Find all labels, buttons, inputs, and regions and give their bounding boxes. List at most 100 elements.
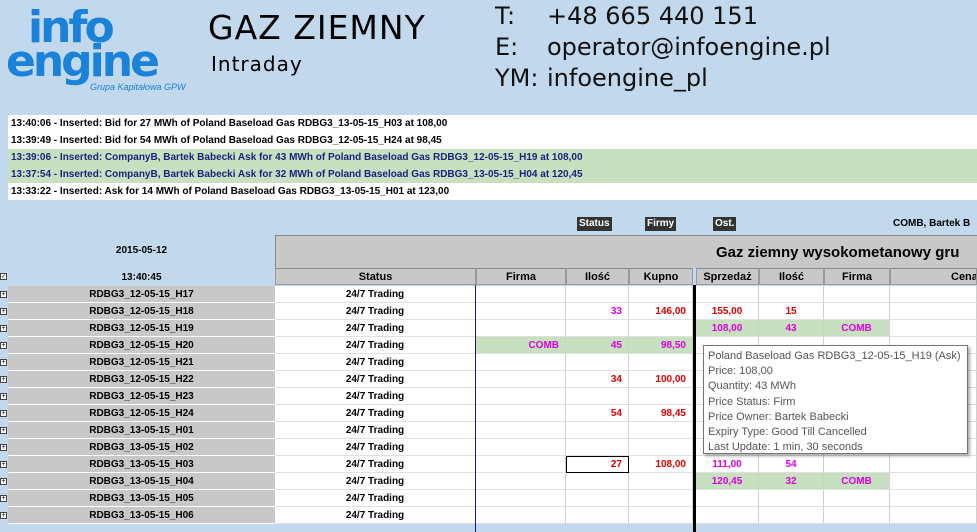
table-row[interactable]: + RDBG3_13-05-15_H03 24/7 Trading 27 108,00 1…: [0, 456, 977, 473]
expand-row-toggle[interactable]: +: [0, 512, 7, 519]
table-row[interactable]: + RDBG3_13-05-15_H06 24/7 Trading: [0, 507, 977, 524]
table-row[interactable]: + RDBG3_13-05-15_H04 24/7 Trading 120,45 32 C…: [0, 473, 977, 490]
cell-firma-ask[interactable]: COMB: [824, 473, 890, 490]
cell-firma-bid[interactable]: [476, 320, 566, 337]
col-header-firma-bid[interactable]: Firma: [476, 268, 566, 285]
col-header-cena[interactable]: Cena: [890, 268, 977, 285]
cell-cena[interactable]: [890, 303, 977, 320]
cell-sprzedaz[interactable]: [696, 286, 759, 303]
col-header-sprzedaz[interactable]: Sprzedaż: [696, 268, 759, 285]
cell-kupno[interactable]: 98,50: [629, 337, 693, 354]
toggle-status-column[interactable]: Status: [577, 217, 612, 231]
cell-firma-ask[interactable]: [824, 507, 890, 524]
cell-kupno[interactable]: 108,00: [629, 456, 693, 473]
cell-ilosc-ask[interactable]: 32: [759, 473, 824, 490]
cell-ilosc-bid[interactable]: [566, 490, 629, 507]
contract-name[interactable]: RDBG3_12-05-15_H21: [8, 354, 275, 371]
cell-firma-bid[interactable]: [476, 405, 566, 422]
cell-status[interactable]: 24/7 Trading: [275, 507, 476, 524]
cell-cena[interactable]: [890, 286, 977, 303]
cell-kupno[interactable]: [629, 388, 693, 405]
cell-ilosc-bid[interactable]: [566, 320, 629, 337]
expand-row-toggle[interactable]: +: [0, 478, 7, 485]
cell-status[interactable]: 24/7 Trading: [275, 320, 476, 337]
expand-row-toggle[interactable]: +: [0, 291, 7, 298]
cell-ilosc-bid[interactable]: [566, 286, 629, 303]
cell-firma-bid[interactable]: [476, 456, 566, 473]
cell-kupno[interactable]: [629, 507, 693, 524]
contract-name[interactable]: RDBG3_13-05-15_H01: [8, 422, 275, 439]
cell-firma-bid[interactable]: [476, 422, 566, 439]
cell-ilosc-bid[interactable]: [566, 388, 629, 405]
cell-ilosc-bid[interactable]: 34: [566, 371, 629, 388]
cell-firma-ask[interactable]: [824, 303, 890, 320]
cell-ilosc-ask[interactable]: 54: [759, 456, 824, 473]
contract-name[interactable]: RDBG3_12-05-15_H20: [8, 337, 275, 354]
cell-firma-bid[interactable]: [476, 286, 566, 303]
contract-name[interactable]: RDBG3_12-05-15_H18: [8, 303, 275, 320]
expand-row-toggle[interactable]: +: [0, 495, 7, 502]
cell-kupno[interactable]: [629, 286, 693, 303]
cell-kupno[interactable]: [629, 422, 693, 439]
col-header-ilosc-ask[interactable]: Ilość: [759, 268, 824, 285]
contract-name[interactable]: RDBG3_12-05-15_H23: [8, 388, 275, 405]
cell-ilosc-bid[interactable]: [566, 439, 629, 456]
collapse-all-toggle[interactable]: ✓: [0, 273, 7, 280]
contract-name[interactable]: RDBG3_12-05-15_H24: [8, 405, 275, 422]
toggle-ost-column[interactable]: Ost.: [713, 217, 737, 231]
table-row[interactable]: + RDBG3_13-05-15_H05 24/7 Trading: [0, 490, 977, 507]
cell-sprzedaz[interactable]: [696, 507, 759, 524]
cell-firma-ask[interactable]: [824, 490, 890, 507]
cell-status[interactable]: 24/7 Trading: [275, 337, 476, 354]
cell-firma-bid[interactable]: COMB: [476, 337, 566, 354]
cell-firma-bid[interactable]: [476, 439, 566, 456]
col-header-kupno[interactable]: Kupno: [629, 268, 693, 285]
cell-kupno[interactable]: [629, 354, 693, 371]
contract-name[interactable]: RDBG3_13-05-15_H06: [8, 507, 275, 524]
cell-status[interactable]: 24/7 Trading: [275, 303, 476, 320]
cell-ilosc-bid[interactable]: [566, 507, 629, 524]
cell-status[interactable]: 24/7 Trading: [275, 354, 476, 371]
expand-row-toggle[interactable]: +: [0, 342, 7, 349]
cell-status[interactable]: 24/7 Trading: [275, 490, 476, 507]
table-row[interactable]: + RDBG3_12-05-15_H17 24/7 Trading: [0, 286, 977, 303]
expand-row-toggle[interactable]: +: [0, 444, 7, 451]
col-header-ilosc-bid[interactable]: Ilość: [566, 268, 629, 285]
contract-name[interactable]: RDBG3_13-05-15_H02: [8, 439, 275, 456]
cell-firma-bid[interactable]: [476, 371, 566, 388]
cell-kupno[interactable]: [629, 439, 693, 456]
cell-sprzedaz[interactable]: 108,00: [696, 320, 759, 337]
expand-row-toggle[interactable]: +: [0, 393, 7, 400]
expand-row-toggle[interactable]: +: [0, 461, 7, 468]
col-header-status[interactable]: Status: [275, 268, 476, 285]
cell-sprzedaz[interactable]: [696, 490, 759, 507]
contract-name[interactable]: RDBG3_12-05-15_H17: [8, 286, 275, 303]
cell-kupno[interactable]: 100,00: [629, 371, 693, 388]
table-row[interactable]: + RDBG3_12-05-15_H19 24/7 Trading 108,00 43 C…: [0, 320, 977, 337]
col-header-firma-ask[interactable]: Firma: [824, 268, 890, 285]
cell-status[interactable]: 24/7 Trading: [275, 286, 476, 303]
contract-name[interactable]: RDBG3_12-05-15_H19: [8, 320, 275, 337]
cell-cena[interactable]: [890, 456, 977, 473]
cell-ilosc-ask[interactable]: [759, 507, 824, 524]
cell-status[interactable]: 24/7 Trading: [275, 388, 476, 405]
expand-row-toggle[interactable]: +: [0, 410, 7, 417]
cell-firma-bid[interactable]: [476, 473, 566, 490]
cell-ilosc-ask[interactable]: [759, 286, 824, 303]
cell-status[interactable]: 24/7 Trading: [275, 439, 476, 456]
table-row[interactable]: + RDBG3_12-05-15_H18 24/7 Trading 33 146,00 1…: [0, 303, 977, 320]
cell-ilosc-ask[interactable]: 15: [759, 303, 824, 320]
cell-cena[interactable]: [890, 490, 977, 507]
cell-firma-bid[interactable]: [476, 303, 566, 320]
cell-ilosc-bid[interactable]: [566, 422, 629, 439]
cell-sprzedaz[interactable]: 111,00: [696, 456, 759, 473]
cell-ilosc-bid[interactable]: 27: [566, 456, 629, 473]
cell-ilosc-bid[interactable]: 54: [566, 405, 629, 422]
cell-firma-ask[interactable]: COMB: [824, 320, 890, 337]
expand-row-toggle[interactable]: +: [0, 427, 7, 434]
cell-firma-bid[interactable]: [476, 507, 566, 524]
expand-row-toggle[interactable]: +: [0, 359, 7, 366]
expand-row-toggle[interactable]: +: [0, 308, 7, 315]
cell-status[interactable]: 24/7 Trading: [275, 371, 476, 388]
cell-ilosc-bid[interactable]: [566, 354, 629, 371]
